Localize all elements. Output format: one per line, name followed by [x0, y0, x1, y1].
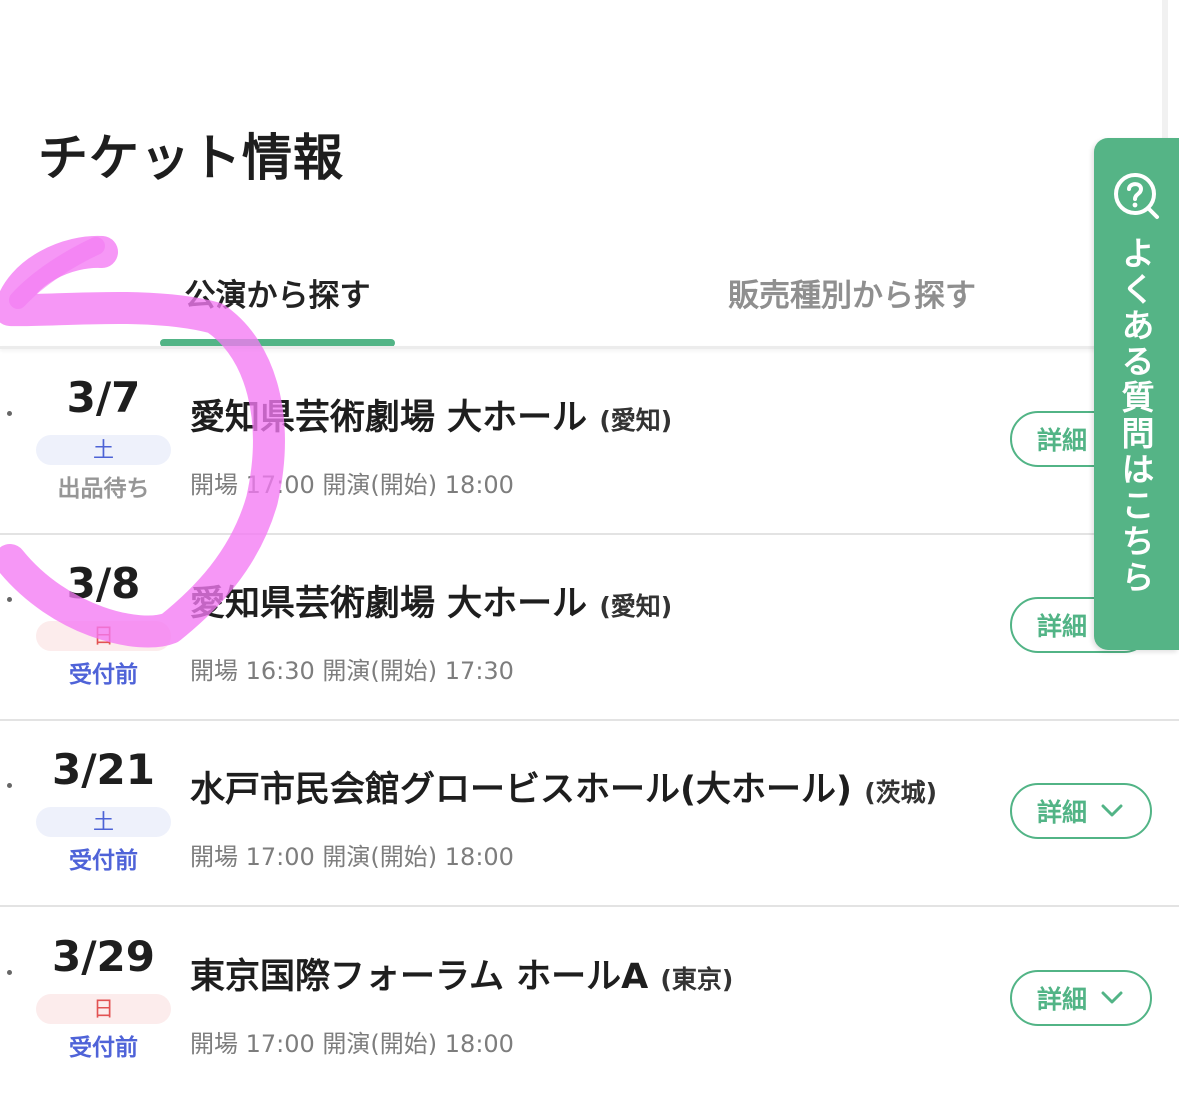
event-date: 3/29 [51, 932, 155, 981]
bullet-dot [7, 411, 12, 416]
status-label: 受付前 [69, 662, 138, 688]
detail-button[interactable]: 詳細 [1010, 970, 1152, 1026]
venue-prefecture: (茨城) [864, 778, 938, 807]
detail-button-label: 詳細 [1037, 426, 1088, 455]
tab-search-by-performance[interactable]: 公演から探す [160, 270, 395, 348]
status-label: 受付前 [69, 1035, 138, 1061]
weekday-badge: 日 [36, 621, 171, 651]
venue-prefecture: (愛知) [599, 592, 673, 621]
chevron-down-icon [1101, 804, 1123, 817]
venue-name: 愛知県芸術劇場 大ホール (愛知) [190, 389, 672, 440]
detail-button[interactable]: 詳細 [1010, 783, 1152, 839]
event-date: 3/8 [66, 559, 141, 608]
venue-title: 愛知県芸術劇場 大ホール [190, 584, 588, 624]
event-times: 開場 17:00 開演(開始) 18:00 [190, 843, 514, 871]
venue-title: 東京国際フォーラム ホールA [190, 957, 649, 997]
tab-search-by-sales-type[interactable]: 販売種別から探す [728, 270, 976, 348]
venue-title: 水戸市民会館グロービスホール(大ホール) [190, 770, 852, 810]
chevron-down-icon [1101, 991, 1123, 1004]
event-times: 開場 17:00 開演(開始) 18:00 [190, 471, 514, 499]
event-date: 3/7 [66, 373, 141, 422]
faq-side-tab[interactable]: よくある質問はこちら [1094, 138, 1179, 650]
event-times: 開場 16:30 開演(開始) 17:30 [190, 657, 514, 685]
venue-name: 東京国際フォーラム ホールA (東京) [190, 948, 733, 999]
event-row: 3/21 土 受付前 水戸市民会館グロービスホール(大ホール) (茨城) 開場 … [0, 721, 1179, 907]
question-circle-icon [1114, 173, 1159, 219]
bullet-dot [7, 783, 12, 788]
venue-title: 愛知県芸術劇場 大ホール [190, 398, 588, 438]
event-date: 3/21 [51, 745, 155, 794]
event-times: 開場 17:00 開演(開始) 18:00 [190, 1030, 514, 1058]
status-label: 出品待ち [57, 476, 150, 502]
bullet-dot [7, 597, 12, 602]
bullet-dot [7, 970, 12, 975]
status-label: 受付前 [69, 848, 138, 874]
detail-button-label: 詳細 [1037, 985, 1088, 1014]
venue-prefecture: (東京) [660, 965, 734, 994]
event-row: 3/7 土 出品待ち 愛知県芸術劇場 大ホール (愛知) 開場 17:00 開演… [0, 349, 1179, 535]
row-divider [0, 905, 1179, 907]
venue-prefecture: (愛知) [599, 406, 673, 435]
detail-button-label: 詳細 [1037, 612, 1088, 641]
detail-button-label: 詳細 [1037, 798, 1088, 827]
event-row: 3/29 日 受付前 東京国際フォーラム ホールA (東京) 開場 17:00 … [0, 908, 1179, 1094]
page-title: チケット情報 [38, 129, 344, 187]
weekday-badge: 土 [36, 807, 171, 837]
venue-name: 愛知県芸術劇場 大ホール (愛知) [190, 575, 672, 626]
faq-label: よくある質問はこちら [1116, 236, 1155, 596]
venue-name: 水戸市民会館グロービスホール(大ホール) (茨城) [190, 761, 937, 812]
weekday-badge: 土 [36, 435, 171, 465]
event-row: 3/8 日 受付前 愛知県芸術劇場 大ホール (愛知) 開場 16:30 開演(… [0, 535, 1179, 721]
weekday-badge: 日 [36, 994, 171, 1024]
